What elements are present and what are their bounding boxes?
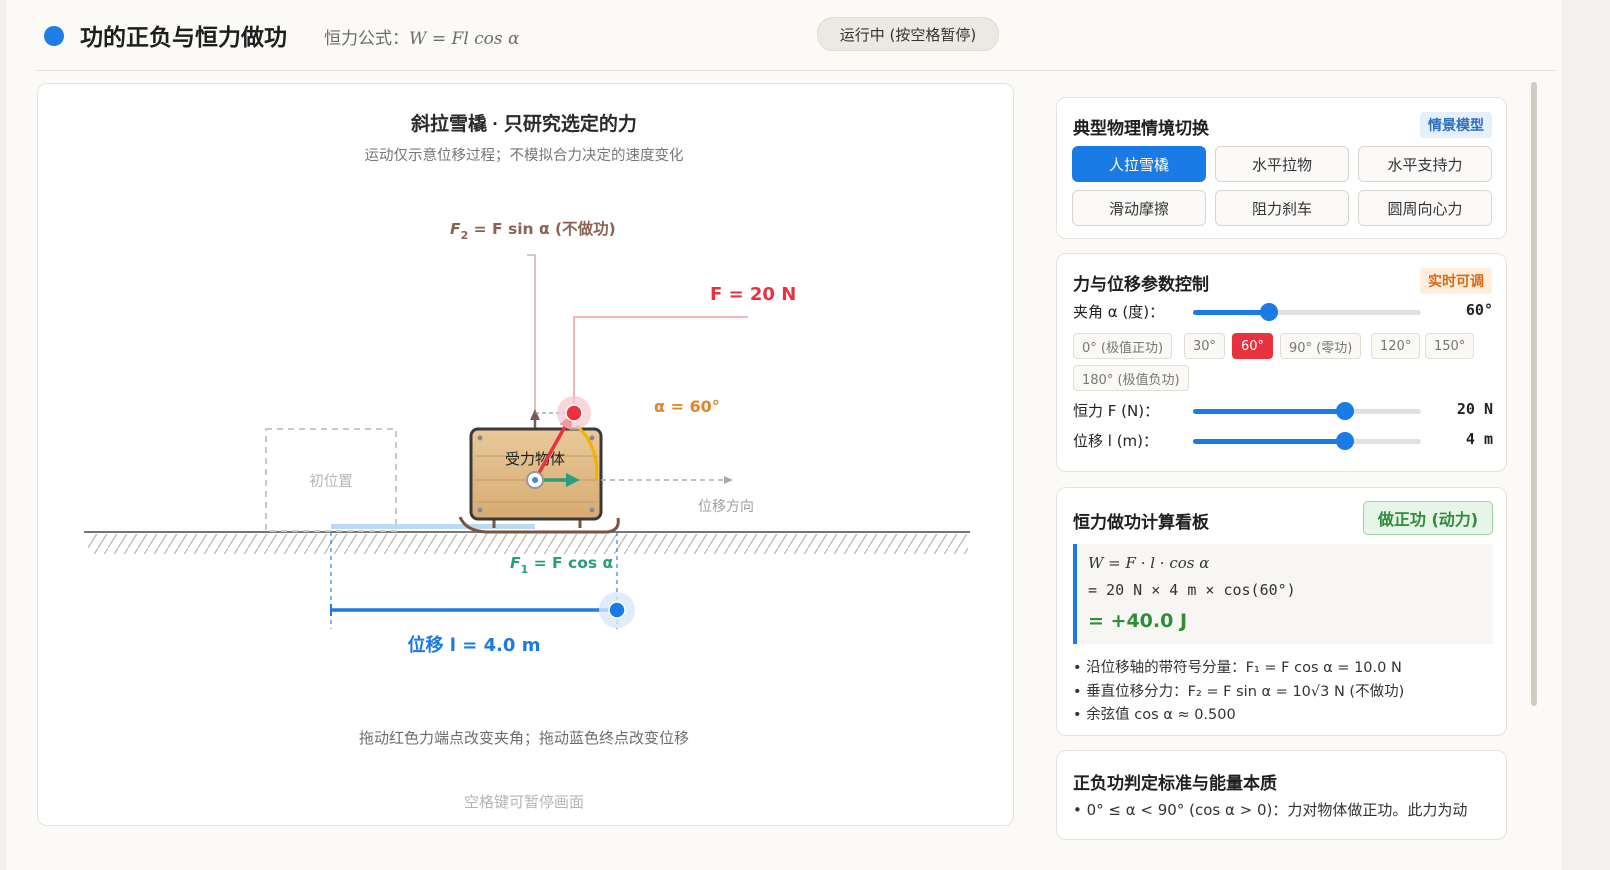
- criteria-panel-title: 正负功判定标准与能量本质: [1073, 774, 1277, 794]
- scene-button-centripetal[interactable]: 圆周向心力: [1358, 190, 1492, 226]
- force-slider-row: 恒力 F (N)： 20 N: [1073, 400, 1493, 422]
- app-window: 功的正负与恒力做功 恒力公式：W = Fl cos α 运行中 (按空格暂停) …: [6, 0, 1562, 870]
- displacement-value: 4 m: [1465, 430, 1493, 448]
- f2-arrowhead-icon: [530, 409, 540, 420]
- calc-panel-title: 恒力做功计算看板: [1073, 513, 1209, 533]
- scene-button-friction[interactable]: 滑动摩擦: [1072, 190, 1206, 226]
- scene-tag: 情景模型: [1420, 112, 1492, 138]
- header-divider: [36, 70, 1556, 71]
- displacement-slider-thumb[interactable]: [1335, 432, 1354, 450]
- displacement-label: 位移 l = 4.0 m: [408, 634, 541, 656]
- force-slider-fill: [1193, 409, 1345, 414]
- angle-slider-row: 夹角 α (度)： 60°: [1073, 301, 1493, 323]
- scene-button-sled[interactable]: 人拉雪橇: [1072, 146, 1206, 182]
- force-slider[interactable]: [1193, 402, 1421, 420]
- initial-position-label: 初位置: [309, 473, 353, 490]
- calc-bullet-f2: • 垂直位移分力：F₂ = F sin α = 10√3 N (不做功): [1073, 684, 1405, 700]
- angle-label: α = 60°: [654, 397, 720, 416]
- sim-title: 斜拉雪橇 · 只研究选定的力: [410, 112, 637, 135]
- drag-hint: 拖动红色力端点改变夹角；拖动蓝色终点改变位移: [359, 729, 689, 747]
- motion-trail: [331, 524, 535, 529]
- displacement-slider-row: 位移 l (m)： 4 m: [1073, 430, 1493, 452]
- angle-slider-fill: [1193, 310, 1269, 315]
- angle-preset-180[interactable]: 180° (极值负功): [1073, 365, 1189, 391]
- angle-value: 60°: [1465, 301, 1493, 319]
- sim-subtitle: 运动仅示意位移过程；不模拟合力决定的速度变化: [365, 146, 684, 164]
- calc-line-substitution: = 20 N × 4 m × cos(60°): [1088, 581, 1296, 599]
- force-drag-handle[interactable]: [565, 404, 583, 422]
- force-slider-label: 恒力 F (N)：: [1073, 402, 1160, 420]
- force-slider-thumb[interactable]: [1335, 402, 1354, 420]
- page-title: 功的正负与恒力做功: [80, 25, 287, 51]
- scene-panel-title: 典型物理情境切换: [1073, 119, 1209, 139]
- direction-label: 位移方向: [698, 499, 754, 515]
- simulation-canvas: 斜拉雪橇 · 只研究选定的力 运动仅示意位移过程；不模拟合力决定的速度变化 初位…: [84, 112, 970, 811]
- calc-line-formula: W = F · l · cos α: [1088, 554, 1210, 572]
- work-sign-badge: 做正功 (动力): [1363, 501, 1493, 535]
- angle-slider-label: 夹角 α (度)：: [1073, 303, 1165, 321]
- param-tag: 实时可调: [1420, 268, 1492, 294]
- formula-text: W = Fl cos α: [409, 29, 520, 49]
- pause-hint: 空格键可暂停画面: [464, 793, 584, 811]
- simulation-panel: 斜拉雪橇 · 只研究选定的力 运动仅示意位移过程；不模拟合力决定的速度变化 初位…: [37, 83, 1014, 826]
- scene-button-braking[interactable]: 阻力刹车: [1215, 190, 1349, 226]
- right-panel-scrollbar[interactable]: [1531, 82, 1537, 706]
- scene-button-support-force[interactable]: 水平支持力: [1358, 146, 1492, 182]
- status-dot-icon: [44, 26, 64, 46]
- displacement-slider-fill: [1193, 439, 1345, 444]
- angle-preset-120[interactable]: 120°: [1371, 333, 1421, 359]
- direction-arrowhead-icon: [724, 476, 733, 484]
- angle-slider-thumb[interactable]: [1259, 303, 1278, 321]
- scene-panel: 典型物理情境切换 情景模型 人拉雪橇 水平拉物 水平支持力 滑动摩擦 阻力刹车 …: [1056, 97, 1507, 239]
- angle-slider[interactable]: [1193, 303, 1421, 321]
- angle-preset-150[interactable]: 150°: [1425, 333, 1475, 359]
- f1-label: F1 = F cos α: [510, 554, 613, 576]
- f2-label: F2 = F sin α (不做功): [450, 219, 616, 242]
- calc-line-result: = +40.0 J: [1088, 610, 1188, 632]
- criteria-panel: 正负功判定标准与能量本质 • 0° ≤ α < 90° (cos α > 0)：…: [1056, 750, 1507, 840]
- calc-bullet-cos: • 余弦值 cos α ≈ 0.500: [1073, 707, 1236, 723]
- header-formula: 恒力公式：W = Fl cos α: [324, 24, 520, 49]
- angle-preset-60[interactable]: 60°: [1232, 333, 1274, 359]
- scene-button-horizontal-pull[interactable]: 水平拉物: [1215, 146, 1349, 182]
- work-calc-panel: 恒力做功计算看板 做正功 (动力) W = F · l · cos α = 20…: [1056, 487, 1507, 736]
- force-label: F = 20 N: [710, 284, 796, 305]
- calc-formula-box: W = F · l · cos α = 20 N × 4 m × cos(60°…: [1073, 544, 1493, 644]
- run-pause-button[interactable]: 运行中 (按空格暂停): [817, 17, 999, 51]
- angle-preset-0[interactable]: 0° (极值正功): [1073, 333, 1173, 359]
- param-panel-title: 力与位移参数控制: [1073, 275, 1209, 295]
- displacement-slider-label: 位移 l (m)：: [1073, 432, 1159, 450]
- force-value: 20 N: [1456, 400, 1493, 418]
- calc-bullet-f1: • 沿位移轴的带符号分量：F₁ = F cos α = 10.0 N: [1073, 660, 1402, 676]
- angle-preset-90[interactable]: 90° (零功): [1280, 333, 1362, 359]
- param-panel: 力与位移参数控制 实时可调 夹角 α (度)： 60° 0° (极值正功) 30…: [1056, 253, 1507, 472]
- f-leader-line: [573, 316, 748, 406]
- header: 功的正负与恒力做功 恒力公式：W = Fl cos α 运行中 (按空格暂停): [36, 14, 1561, 71]
- displacement-slider[interactable]: [1193, 432, 1421, 450]
- object-label: 受力物体: [505, 450, 565, 468]
- angle-preset-30[interactable]: 30°: [1184, 333, 1226, 359]
- formula-label: 恒力公式：: [324, 29, 409, 49]
- ground-hatch: [88, 534, 968, 554]
- criteria-line-positive: • 0° ≤ α < 90° (cos α > 0)：力对物体做正功。此力为动: [1073, 801, 1468, 819]
- displacement-drag-handle[interactable]: [608, 601, 626, 619]
